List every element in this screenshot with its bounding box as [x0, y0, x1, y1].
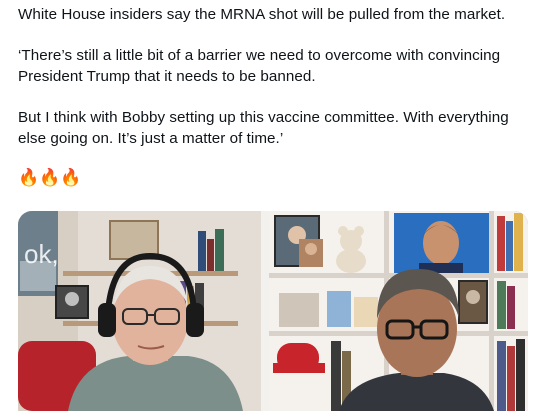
left-feed-partial-text: ok,	[24, 239, 59, 269]
right-video-feed[interactable]	[269, 211, 528, 411]
fire-emoji-row: 🔥🔥🔥	[18, 168, 82, 187]
left-video-feed[interactable]: ok,	[18, 211, 261, 411]
post-paragraph-3: But I think with Bobby setting up this v…	[18, 109, 509, 147]
video-divider	[261, 211, 269, 411]
post-text: White House insiders say the MRNA shot w…	[18, 4, 523, 189]
right-feed-scene	[269, 211, 528, 411]
video-media[interactable]: ok,	[18, 211, 528, 411]
post-paragraph-2: ‘There’s still a little bit of a barrier…	[18, 47, 501, 85]
post-paragraph-1: White House insiders say the MRNA shot w…	[18, 6, 506, 23]
